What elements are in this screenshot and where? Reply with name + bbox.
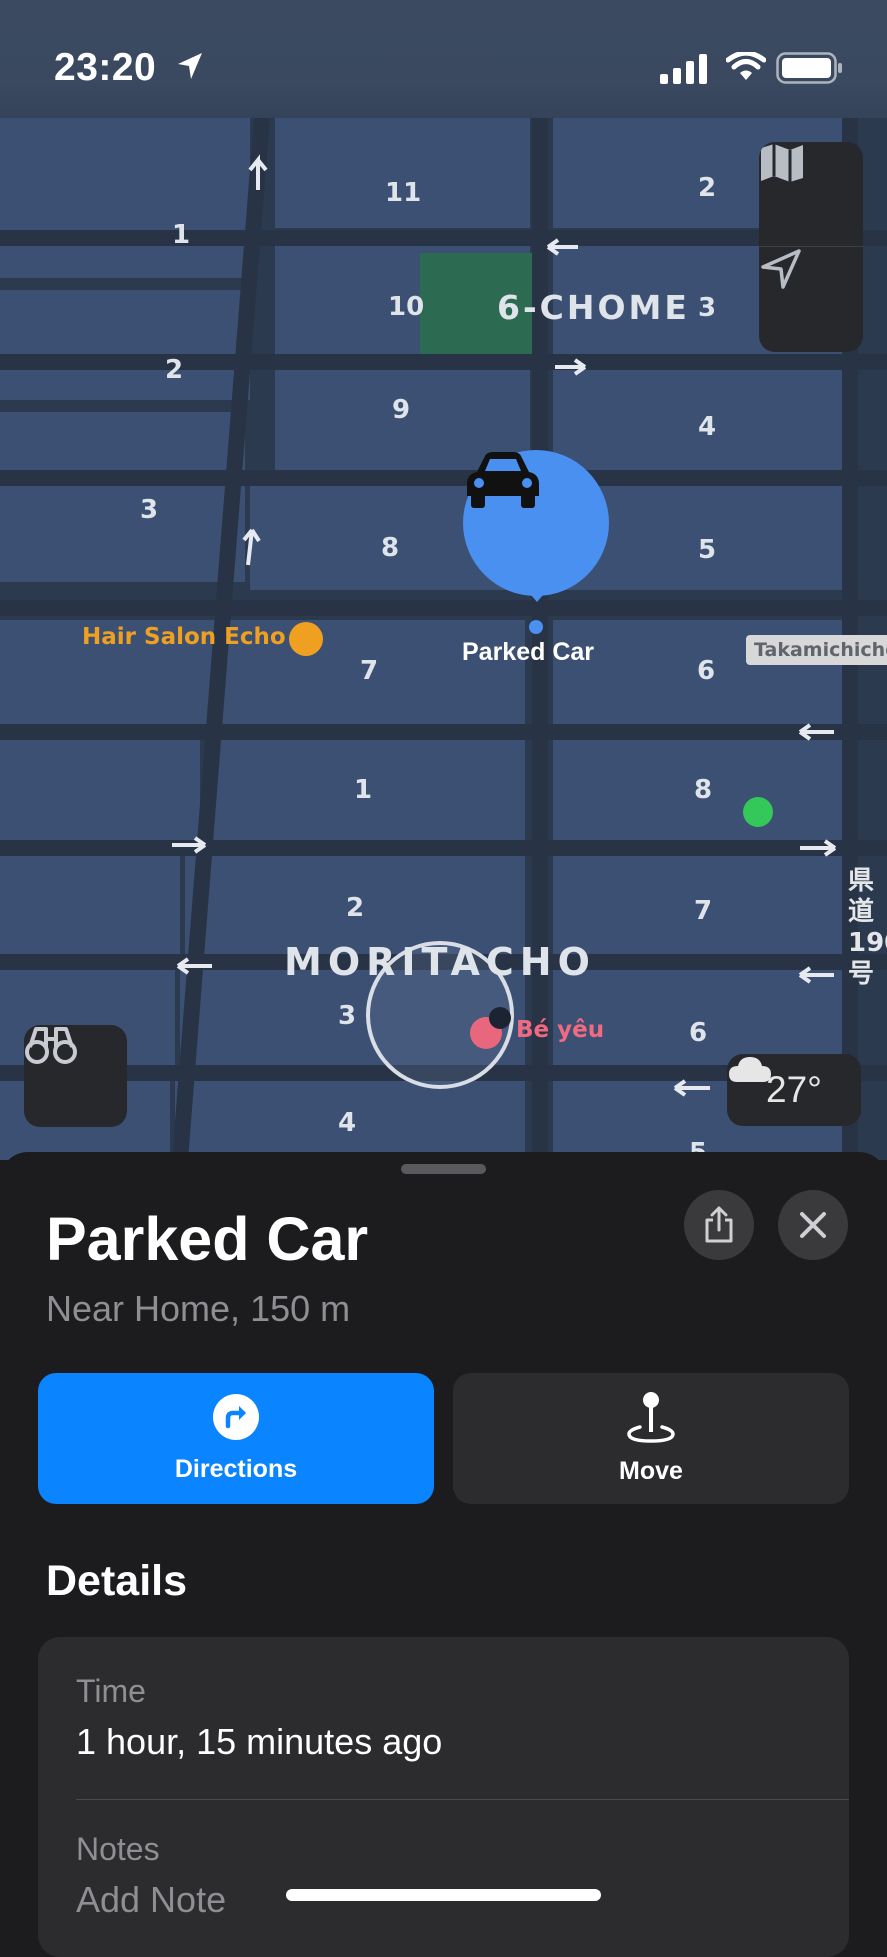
add-note-field[interactable]: Add Note: [76, 1879, 226, 1921]
divider: [76, 1799, 849, 1800]
weather-temperature: 27°: [766, 1069, 822, 1110]
home-indicator[interactable]: [286, 1889, 601, 1901]
poi-be-yeu[interactable]: Bé yêu: [516, 1017, 604, 1043]
status-time: 23:20: [54, 46, 157, 89]
block-number: 1: [172, 220, 191, 250]
sheet-subtitle: Near Home, 150 m: [46, 1288, 351, 1329]
share-button[interactable]: [684, 1190, 754, 1260]
map-streets: [0, 0, 887, 1160]
tracking-button[interactable]: [759, 247, 863, 351]
block-number: 6: [697, 656, 716, 686]
move-label: Move: [619, 1457, 683, 1485]
block-number: 9: [392, 395, 411, 425]
block-number: 5: [698, 535, 717, 565]
block-number: 6: [689, 1018, 708, 1048]
wifi-icon: [726, 52, 766, 80]
binoculars-icon: [25, 1027, 77, 1064]
block-number: 4: [338, 1108, 357, 1138]
pin-tail: [525, 588, 549, 602]
sheet-title: Parked Car: [46, 1205, 369, 1273]
map-mode-button[interactable]: [759, 142, 863, 246]
block-number: 11: [385, 178, 422, 208]
block-number: 10: [388, 292, 425, 322]
parked-car-pin[interactable]: [463, 450, 609, 596]
details-card: Time 1 hour, 15 minutes ago Notes Add No…: [38, 1637, 849, 1957]
block-number: 2: [698, 173, 717, 203]
sheet-grabber[interactable]: [401, 1164, 486, 1174]
close-icon: [800, 1212, 826, 1238]
location-arrow-icon: [761, 249, 801, 289]
details-heading: Details: [46, 1557, 188, 1605]
block-number: 8: [694, 775, 713, 805]
pin-move-icon: [627, 1392, 675, 1443]
weather-widget[interactable]: 27°: [727, 1054, 861, 1126]
map-icon: [761, 144, 803, 182]
share-icon: [705, 1206, 733, 1243]
battery-icon: [776, 52, 842, 84]
block-number: 2: [165, 355, 184, 385]
time-label: Time: [76, 1673, 146, 1709]
block-number: 1: [354, 775, 373, 805]
block-number: 7: [694, 896, 713, 926]
location-services-icon: [178, 53, 202, 79]
car-icon: [467, 452, 539, 508]
directions-icon: [213, 1394, 259, 1440]
block-number: 2: [346, 893, 365, 923]
map-view[interactable]: 11 2 1 10 3 2 9 4 3 8 5 7 6 1 8 2 7 3 6 …: [0, 0, 887, 1160]
close-button[interactable]: [778, 1190, 848, 1260]
look-around-button[interactable]: [24, 1025, 127, 1127]
block-number: 3: [338, 1001, 357, 1031]
block-number: 7: [360, 656, 379, 686]
poi-takamichicho[interactable]: Takamichicho: [746, 635, 887, 665]
poi-hair-salon[interactable]: Hair Salon Echo: [82, 624, 286, 650]
route-label: 県道190号: [848, 866, 887, 989]
block-number: 3: [698, 293, 717, 323]
district-label: 6-CHOME: [497, 288, 690, 327]
move-button[interactable]: Move: [453, 1373, 849, 1504]
directions-label: Directions: [174, 1455, 298, 1483]
status-bar: 23:20: [0, 0, 887, 118]
parked-car-map-label: Parked Car: [462, 638, 595, 666]
map-controls: [759, 142, 863, 352]
directions-button[interactable]: Directions: [38, 1373, 434, 1504]
block-number: 4: [698, 412, 717, 442]
parked-car-sheet: Parked Car Near Home, 150 m Directions M…: [0, 1152, 887, 1957]
cloud-icon: [729, 1057, 771, 1082]
cellular-signal-icon: [660, 54, 707, 84]
notes-label: Notes: [76, 1831, 160, 1867]
time-value: 1 hour, 15 minutes ago: [76, 1721, 443, 1762]
block-number: 3: [140, 495, 159, 525]
block-number: 8: [381, 533, 400, 563]
pin-dot: [529, 620, 543, 634]
district-label: MORITACHO: [284, 940, 596, 984]
